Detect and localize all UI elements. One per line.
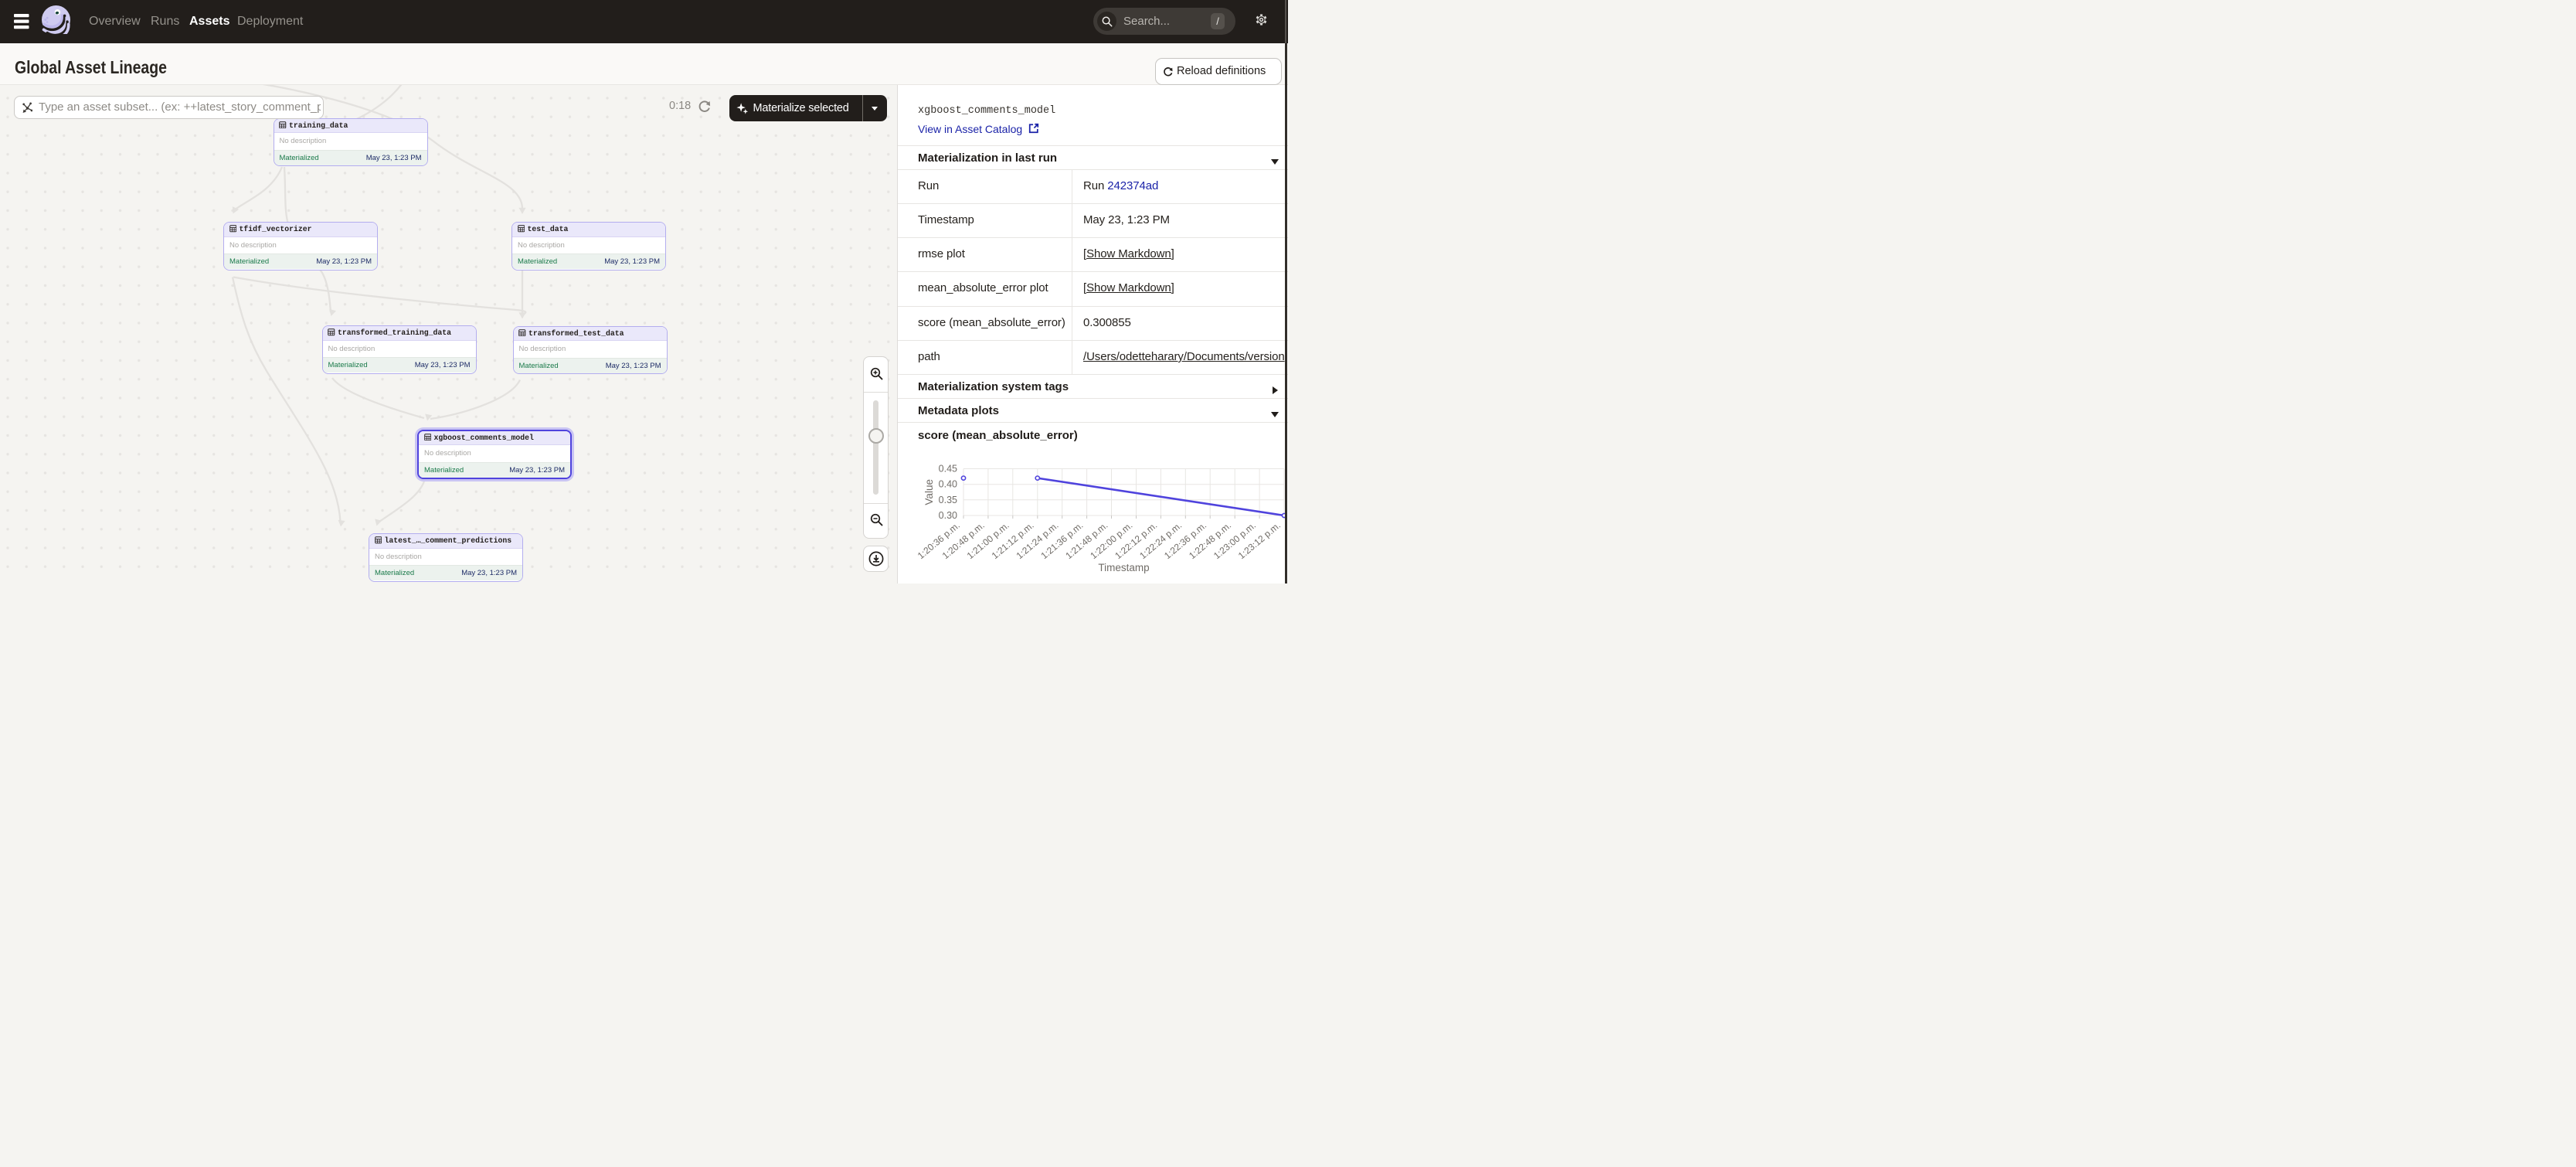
svg-text:0.40: 0.40 [939,479,957,490]
svg-text:0.45: 0.45 [939,464,957,475]
svg-text:Value: Value [923,479,935,505]
svg-text:0.35: 0.35 [939,495,957,505]
svg-text:0.30: 0.30 [939,510,957,521]
svg-text:Timestamp: Timestamp [1098,562,1149,573]
